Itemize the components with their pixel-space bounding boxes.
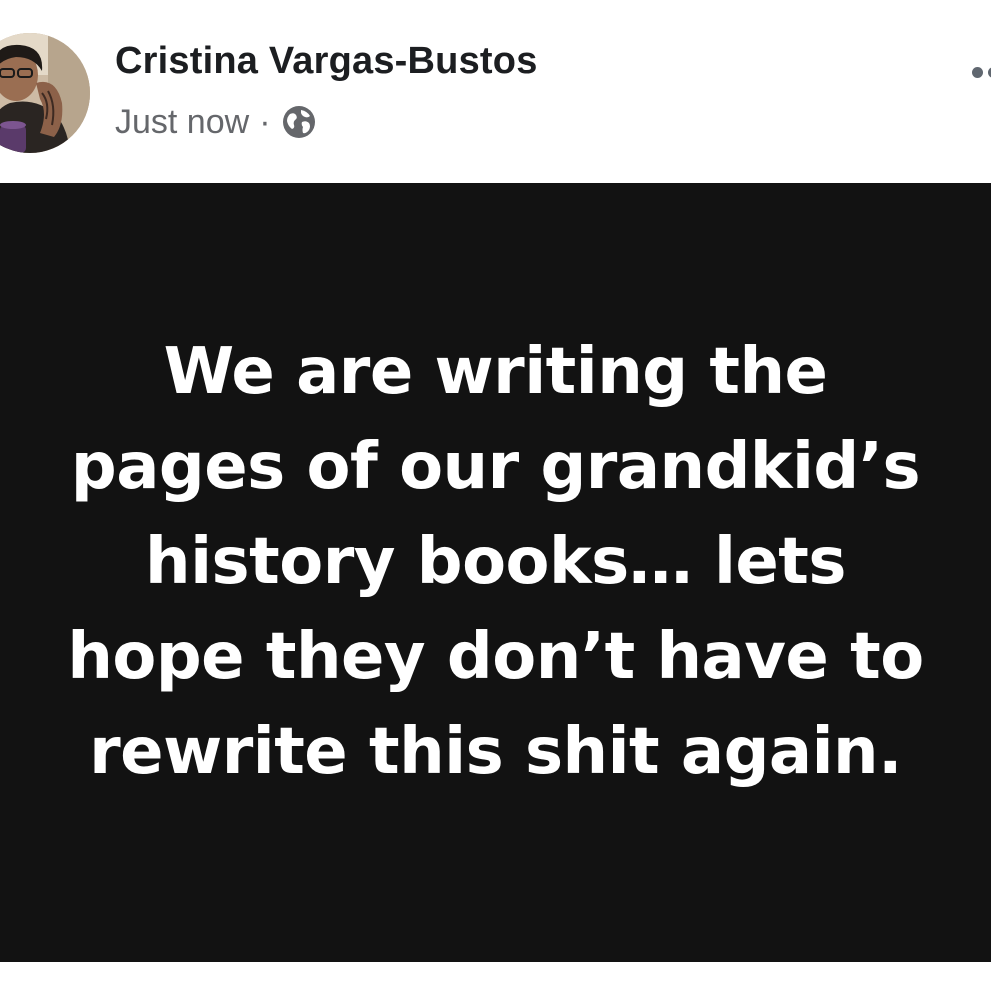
facebook-post: Cristina Vargas-Bustos Just now · We are… — [0, 0, 991, 991]
post-text-line: hope they don’t have to — [67, 620, 924, 694]
post-header: Cristina Vargas-Bustos Just now · — [0, 0, 991, 182]
post-text-background: We are writing the pages of our grandkid… — [0, 183, 991, 962]
post-footer-strip — [0, 962, 991, 991]
post-meta: Just now · — [115, 98, 317, 146]
more-dot — [972, 67, 983, 78]
more-options-icon[interactable] — [962, 55, 991, 91]
post-text-line: rewrite this shit again. — [89, 715, 902, 789]
author-name[interactable]: Cristina Vargas-Bustos — [115, 40, 538, 83]
globe-icon[interactable] — [281, 104, 317, 140]
meta-separator: · — [259, 102, 271, 141]
post-text-line: We are writing the — [163, 335, 828, 409]
post-text-line: pages of our grandkid’s — [70, 430, 921, 504]
post-text: We are writing the pages of our grandkid… — [16, 325, 976, 800]
avatar-photo — [0, 33, 90, 153]
author-avatar[interactable] — [0, 33, 90, 153]
post-timestamp[interactable]: Just now — [115, 103, 249, 142]
post-text-line: history books… lets — [145, 525, 846, 599]
